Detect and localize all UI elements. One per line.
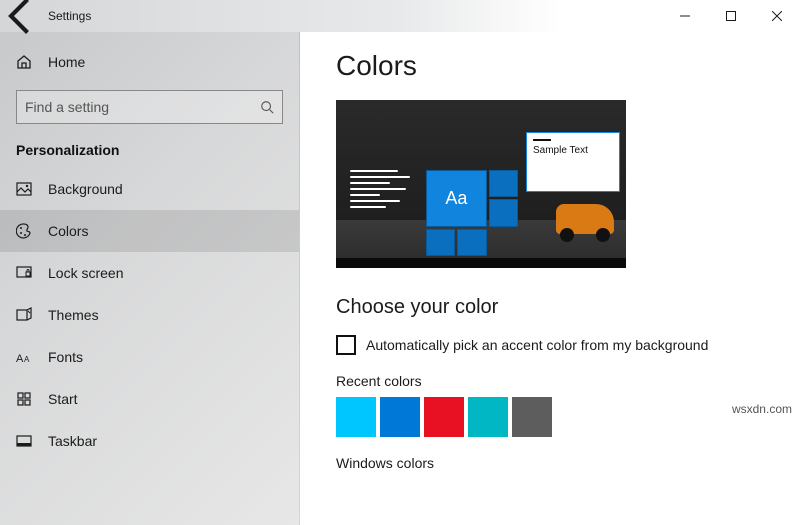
sidebar-item-label: Colors <box>48 223 88 239</box>
arrow-left-icon <box>0 0 44 38</box>
content-pane: Colors Aa Sample Text <box>300 32 800 525</box>
sidebar-item-label: Start <box>48 391 78 407</box>
home-icon <box>16 54 32 70</box>
color-preview: Aa Sample Text <box>336 100 626 268</box>
preview-start-menu-list <box>350 170 420 208</box>
preview-taskbar <box>336 258 626 268</box>
sidebar-item-start[interactable]: Start <box>0 378 299 420</box>
fonts-icon: AA <box>16 349 32 365</box>
svg-text:A: A <box>24 355 30 364</box>
section-title: Personalization <box>0 138 299 168</box>
svg-text:A: A <box>16 353 24 365</box>
preview-tile <box>489 199 518 226</box>
minimize-icon <box>680 11 690 21</box>
home-button[interactable]: Home <box>0 42 299 82</box>
recent-colors-row <box>336 397 772 437</box>
checkbox-box-icon <box>336 335 356 355</box>
choose-color-heading: Choose your color <box>336 296 772 319</box>
page-title: Colors <box>336 50 772 82</box>
minimize-button[interactable] <box>662 0 708 32</box>
sidebar-item-colors[interactable]: Colors <box>0 210 299 252</box>
home-label: Home <box>48 54 85 70</box>
sidebar-item-fonts[interactable]: AA Fonts <box>0 336 299 378</box>
preview-tile <box>489 170 518 197</box>
color-swatch[interactable] <box>424 397 464 437</box>
sidebar-item-taskbar[interactable]: Taskbar <box>0 420 299 462</box>
sidebar-item-lock-screen[interactable]: Lock screen <box>0 252 299 294</box>
search-input[interactable]: Find a setting <box>16 90 283 124</box>
monitor-icon <box>16 265 32 281</box>
preview-start-tiles: Aa <box>426 170 518 256</box>
recent-colors-label: Recent colors <box>336 373 772 389</box>
themes-icon <box>16 307 32 323</box>
color-swatch[interactable] <box>512 397 552 437</box>
preview-sample-text: Sample Text <box>533 145 588 156</box>
sidebar-item-label: Themes <box>48 307 99 323</box>
window-title: Settings <box>44 9 91 23</box>
start-icon <box>16 391 32 407</box>
color-swatch[interactable] <box>468 397 508 437</box>
close-button[interactable] <box>754 0 800 32</box>
preview-sample-window: Sample Text <box>526 132 620 192</box>
preview-tile <box>457 229 486 256</box>
window-body: Home Find a setting Personalization Back… <box>0 32 800 525</box>
picture-icon <box>16 181 32 197</box>
preview-car <box>556 204 614 234</box>
watermark-text: wsxdn.com <box>732 402 792 416</box>
preview-tile <box>426 229 455 256</box>
auto-accent-label: Automatically pick an accent color from … <box>366 337 708 353</box>
maximize-button[interactable] <box>708 0 754 32</box>
color-swatch[interactable] <box>380 397 420 437</box>
titlebar: Settings <box>0 0 800 32</box>
close-icon <box>772 11 782 21</box>
settings-window: Settings Home Find a setting Personali <box>0 0 800 525</box>
search-icon <box>260 100 274 114</box>
taskbar-icon <box>16 433 32 449</box>
maximize-icon <box>726 11 736 21</box>
preview-tile-big: Aa <box>426 170 487 227</box>
sidebar: Home Find a setting Personalization Back… <box>0 32 300 525</box>
sidebar-item-background[interactable]: Background <box>0 168 299 210</box>
sidebar-item-label: Lock screen <box>48 265 123 281</box>
sidebar-item-themes[interactable]: Themes <box>0 294 299 336</box>
color-swatch[interactable] <box>336 397 376 437</box>
sidebar-item-label: Fonts <box>48 349 83 365</box>
palette-icon <box>16 223 32 239</box>
auto-accent-checkbox[interactable]: Automatically pick an accent color from … <box>336 335 772 355</box>
back-button[interactable] <box>0 0 44 32</box>
search-placeholder: Find a setting <box>25 99 260 115</box>
window-controls <box>662 0 800 32</box>
windows-colors-label: Windows colors <box>336 455 772 471</box>
sidebar-item-label: Background <box>48 181 123 197</box>
sidebar-item-label: Taskbar <box>48 433 97 449</box>
